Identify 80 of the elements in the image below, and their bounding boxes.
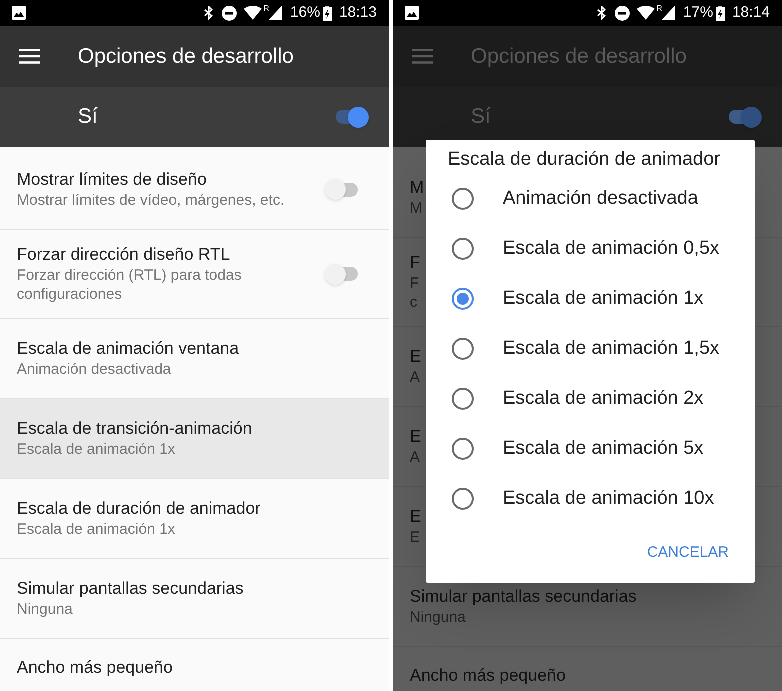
- do-not-disturb-icon: [222, 6, 237, 20]
- setting-summary: c: [410, 293, 418, 312]
- setting-summary: Escala de animación 1x: [17, 440, 176, 459]
- setting-title: Ancho más pequeño: [410, 665, 566, 687]
- signal-icon: [662, 6, 676, 20]
- setting-title: Simular pantallas secundarias: [410, 586, 637, 608]
- wifi-icon: [244, 6, 262, 20]
- setting-summary: A: [410, 448, 420, 467]
- setting-summary: Escala de animación 1x: [17, 520, 176, 539]
- setting-summary: Ninguna: [17, 600, 73, 619]
- option-label: Escala de animación 1x: [503, 286, 704, 311]
- radio-option[interactable]: Escala de animación 1x: [426, 274, 755, 324]
- setting-row[interactable]: Ancho más pequeño: [0, 639, 389, 691]
- option-label: Animación desactivada: [503, 186, 698, 211]
- battery-percentage: 17%: [683, 2, 714, 23]
- setting-title: Forzar dirección diseño RTL: [17, 244, 230, 266]
- radio-option[interactable]: Escala de animación 1,5x: [426, 324, 755, 374]
- option-label: Escala de animación 5x: [503, 436, 704, 461]
- radio-button[interactable]: [452, 438, 474, 460]
- master-switch-label: Sí: [471, 104, 491, 130]
- screen-title: Opciones de desarrollo: [471, 44, 687, 70]
- setting-summary: Mostrar límites de vídeo, márgenes, etc.: [17, 191, 285, 210]
- setting-summary: M: [410, 199, 422, 218]
- setting-title: E: [410, 346, 422, 368]
- setting-summary: configuraciones: [17, 285, 122, 304]
- setting-title: M: [410, 177, 424, 199]
- setting-title: Escala de duración de animador: [17, 498, 261, 520]
- image-icon: [12, 6, 26, 20]
- battery-charging-icon: [716, 6, 726, 20]
- radio-button[interactable]: [452, 288, 474, 310]
- battery-percentage: 16%: [290, 2, 320, 23]
- setting-summary: F: [410, 274, 420, 293]
- option-label: Escala de animación 10x: [503, 486, 714, 511]
- radio-button[interactable]: [452, 388, 474, 410]
- clock: 18:14: [732, 2, 770, 23]
- radio-button[interactable]: [452, 188, 474, 210]
- setting-row[interactable]: Escala de duración de animador Escala de animación 1x: [0, 479, 389, 559]
- setting-row[interactable]: Mostrar límites de diseño Mostrar límites de vídeo, márgenes, etc.: [0, 150, 389, 230]
- master-switch-label: Sí: [78, 104, 98, 130]
- roaming-indicator: R: [656, 5, 662, 13]
- setting-title: Simular pantallas secundarias: [17, 578, 244, 600]
- option-label: Escala de animación 1,5x: [503, 336, 720, 361]
- image-icon: [405, 6, 419, 20]
- radio-option[interactable]: Escala de animación 10x: [426, 474, 755, 524]
- setting-title: E: [410, 506, 422, 528]
- menu-icon[interactable]: [19, 49, 40, 64]
- setting-summary: A: [410, 368, 420, 387]
- signal-icon: [269, 6, 282, 20]
- radio-option[interactable]: Escala de animación 2x: [426, 374, 755, 424]
- battery-charging-icon: [323, 6, 332, 20]
- radio-option[interactable]: Escala de animación 5x: [426, 424, 755, 474]
- option-label: Escala de animación 2x: [503, 386, 704, 411]
- setting-title: E: [410, 426, 422, 448]
- setting-title: F: [410, 252, 420, 274]
- setting-title: Escala de transición-animación: [17, 418, 252, 440]
- setting-row[interactable]: Escala de transición-animación Escala de animación 1x: [0, 399, 389, 479]
- radio-button[interactable]: [452, 488, 474, 510]
- do-not-disturb-icon: [614, 6, 630, 20]
- setting-summary: Animación desactivada: [17, 360, 172, 379]
- bluetooth-icon: [596, 6, 607, 20]
- cancel-button[interactable]: CANCELAR: [647, 542, 729, 565]
- dialog-title: Escala de duración de animador: [447, 148, 722, 172]
- setting-row[interactable]: Forzar dirección diseño RTL Forzar dirección (RTL) para todas configuraciones: [0, 230, 389, 319]
- screen-title: Opciones de desarrollo: [78, 44, 294, 70]
- clock: 18:13: [339, 2, 377, 23]
- setting-summary: Ninguna: [410, 608, 466, 627]
- wifi-icon: [636, 6, 655, 20]
- setting-summary: Forzar dirección (RTL) para todas: [17, 266, 242, 285]
- radio-button[interactable]: [452, 238, 474, 260]
- bluetooth-icon: [204, 6, 214, 20]
- setting-row[interactable]: Simular pantallas secundarias Ninguna: [0, 559, 389, 639]
- option-label: Escala de animación 0,5x: [503, 236, 720, 261]
- setting-summary: E: [410, 528, 420, 547]
- roaming-indicator: R: [264, 5, 270, 13]
- radio-option[interactable]: Animación desactivada: [426, 174, 755, 224]
- setting-title: Ancho más pequeño: [17, 657, 173, 679]
- setting-title: Mostrar límites de diseño: [17, 169, 207, 191]
- radio-option[interactable]: Escala de animación 0,5x: [426, 224, 755, 274]
- radio-button[interactable]: [452, 338, 474, 360]
- setting-title: Escala de animación ventana: [17, 338, 240, 360]
